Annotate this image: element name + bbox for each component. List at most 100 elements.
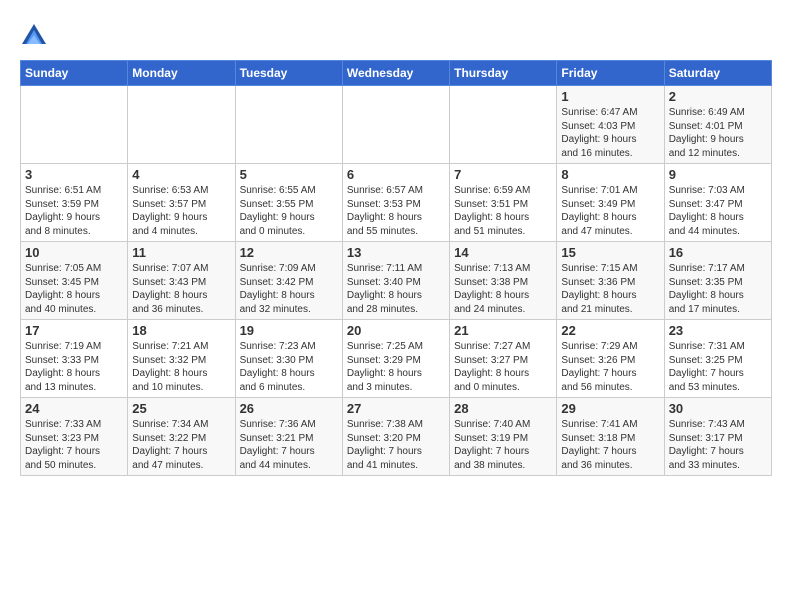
day-info: Sunrise: 7:19 AM Sunset: 3:33 PM Dayligh… xyxy=(25,340,123,394)
day-info: Sunrise: 7:17 AM Sunset: 3:35 PM Dayligh… xyxy=(669,262,767,316)
day-info: Sunrise: 7:29 AM Sunset: 3:26 PM Dayligh… xyxy=(561,340,659,394)
day-number: 4 xyxy=(132,167,230,182)
day-info: Sunrise: 7:03 AM Sunset: 3:47 PM Dayligh… xyxy=(669,184,767,238)
day-info: Sunrise: 7:38 AM Sunset: 3:20 PM Dayligh… xyxy=(347,418,445,472)
calendar-cell: 25 Sunrise: 7:34 AM Sunset: 3:22 PM Dayli… xyxy=(128,398,235,476)
day-info: Sunrise: 7:15 AM Sunset: 3:36 PM Dayligh… xyxy=(561,262,659,316)
calendar-cell: 9 Sunrise: 7:03 AM Sunset: 3:47 PM Daylig… xyxy=(664,164,771,242)
calendar-cell: 17Sunrise: 7:19 AM Sunset: 3:33 PM Dayli… xyxy=(21,320,128,398)
calendar-cell: 16 Sunrise: 7:17 AM Sunset: 3:35 PM Dayli… xyxy=(664,242,771,320)
calendar-cell xyxy=(342,86,449,164)
day-number: 10 xyxy=(25,245,123,260)
header-thursday: Thursday xyxy=(450,61,557,86)
day-info: Sunrise: 6:49 AM Sunset: 4:01 PM Dayligh… xyxy=(669,106,767,160)
calendar-cell: 1 Sunrise: 6:47 AM Sunset: 4:03 PM Daylig… xyxy=(557,86,664,164)
calendar-cell: 12Sunrise: 7:09 AM Sunset: 3:42 PM Dayli… xyxy=(235,242,342,320)
day-number: 9 xyxy=(669,167,767,182)
calendar-table: SundayMondayTuesdayWednesdayThursdayFrid… xyxy=(20,60,772,476)
header-wednesday: Wednesday xyxy=(342,61,449,86)
page-header xyxy=(20,18,772,50)
calendar-cell: 30 Sunrise: 7:43 AM Sunset: 3:17 PM Dayli… xyxy=(664,398,771,476)
day-number: 16 xyxy=(669,245,767,260)
day-number: 25 xyxy=(132,401,230,416)
day-number: 15 xyxy=(561,245,659,260)
calendar-cell: 26Sunrise: 7:36 AM Sunset: 3:21 PM Dayli… xyxy=(235,398,342,476)
day-info: Sunrise: 6:51 AM Sunset: 3:59 PM Dayligh… xyxy=(25,184,123,238)
day-number: 22 xyxy=(561,323,659,338)
day-number: 19 xyxy=(240,323,338,338)
calendar-cell: 23 Sunrise: 7:31 AM Sunset: 3:25 PM Dayli… xyxy=(664,320,771,398)
day-number: 8 xyxy=(561,167,659,182)
day-info: Sunrise: 7:01 AM Sunset: 3:49 PM Dayligh… xyxy=(561,184,659,238)
day-info: Sunrise: 7:27 AM Sunset: 3:27 PM Dayligh… xyxy=(454,340,552,394)
day-info: Sunrise: 7:25 AM Sunset: 3:29 PM Dayligh… xyxy=(347,340,445,394)
day-info: Sunrise: 7:40 AM Sunset: 3:19 PM Dayligh… xyxy=(454,418,552,472)
calendar-cell xyxy=(128,86,235,164)
calendar-week-row: 17Sunrise: 7:19 AM Sunset: 3:33 PM Dayli… xyxy=(21,320,772,398)
calendar-cell xyxy=(21,86,128,164)
calendar-cell: 8 Sunrise: 7:01 AM Sunset: 3:49 PM Daylig… xyxy=(557,164,664,242)
page-container: SundayMondayTuesdayWednesdayThursdayFrid… xyxy=(0,0,792,486)
day-number: 7 xyxy=(454,167,552,182)
day-number: 14 xyxy=(454,245,552,260)
day-number: 24 xyxy=(25,401,123,416)
calendar-cell: 5 Sunrise: 6:55 AM Sunset: 3:55 PM Daylig… xyxy=(235,164,342,242)
calendar-week-row: 24 Sunrise: 7:33 AM Sunset: 3:23 PM Dayli… xyxy=(21,398,772,476)
day-number: 18 xyxy=(132,323,230,338)
calendar-cell: 22 Sunrise: 7:29 AM Sunset: 3:26 PM Dayli… xyxy=(557,320,664,398)
header-tuesday: Tuesday xyxy=(235,61,342,86)
day-info: Sunrise: 7:34 AM Sunset: 3:22 PM Dayligh… xyxy=(132,418,230,472)
calendar-cell: 28 Sunrise: 7:40 AM Sunset: 3:19 PM Dayli… xyxy=(450,398,557,476)
calendar-cell xyxy=(450,86,557,164)
calendar-week-row: 3 Sunrise: 6:51 AM Sunset: 3:59 PM Daylig… xyxy=(21,164,772,242)
day-number: 23 xyxy=(669,323,767,338)
logo xyxy=(20,22,52,50)
header-monday: Monday xyxy=(128,61,235,86)
day-number: 2 xyxy=(669,89,767,104)
day-number: 3 xyxy=(25,167,123,182)
day-info: Sunrise: 7:43 AM Sunset: 3:17 PM Dayligh… xyxy=(669,418,767,472)
day-number: 30 xyxy=(669,401,767,416)
day-info: Sunrise: 6:55 AM Sunset: 3:55 PM Dayligh… xyxy=(240,184,338,238)
day-number: 12 xyxy=(240,245,338,260)
day-number: 20 xyxy=(347,323,445,338)
day-info: Sunrise: 7:07 AM Sunset: 3:43 PM Dayligh… xyxy=(132,262,230,316)
day-number: 28 xyxy=(454,401,552,416)
calendar-cell: 13Sunrise: 7:11 AM Sunset: 3:40 PM Dayli… xyxy=(342,242,449,320)
day-info: Sunrise: 7:21 AM Sunset: 3:32 PM Dayligh… xyxy=(132,340,230,394)
day-number: 13 xyxy=(347,245,445,260)
calendar-cell: 10Sunrise: 7:05 AM Sunset: 3:45 PM Dayli… xyxy=(21,242,128,320)
calendar-cell: 20 Sunrise: 7:25 AM Sunset: 3:29 PM Dayli… xyxy=(342,320,449,398)
day-number: 5 xyxy=(240,167,338,182)
logo-icon xyxy=(20,22,48,50)
calendar-cell: 21 Sunrise: 7:27 AM Sunset: 3:27 PM Dayli… xyxy=(450,320,557,398)
day-info: Sunrise: 7:31 AM Sunset: 3:25 PM Dayligh… xyxy=(669,340,767,394)
calendar-cell: 27 Sunrise: 7:38 AM Sunset: 3:20 PM Dayli… xyxy=(342,398,449,476)
calendar-cell: 29Sunrise: 7:41 AM Sunset: 3:18 PM Dayli… xyxy=(557,398,664,476)
calendar-week-row: 1 Sunrise: 6:47 AM Sunset: 4:03 PM Daylig… xyxy=(21,86,772,164)
day-info: Sunrise: 7:23 AM Sunset: 3:30 PM Dayligh… xyxy=(240,340,338,394)
calendar-cell: 7 Sunrise: 6:59 AM Sunset: 3:51 PM Daylig… xyxy=(450,164,557,242)
header-friday: Friday xyxy=(557,61,664,86)
day-info: Sunrise: 6:59 AM Sunset: 3:51 PM Dayligh… xyxy=(454,184,552,238)
header-sunday: Sunday xyxy=(21,61,128,86)
calendar-cell: 3 Sunrise: 6:51 AM Sunset: 3:59 PM Daylig… xyxy=(21,164,128,242)
day-info: Sunrise: 6:47 AM Sunset: 4:03 PM Dayligh… xyxy=(561,106,659,160)
day-number: 6 xyxy=(347,167,445,182)
day-number: 27 xyxy=(347,401,445,416)
calendar-cell: 6Sunrise: 6:57 AM Sunset: 3:53 PM Daylig… xyxy=(342,164,449,242)
calendar-cell: 19 Sunrise: 7:23 AM Sunset: 3:30 PM Dayli… xyxy=(235,320,342,398)
day-info: Sunrise: 7:33 AM Sunset: 3:23 PM Dayligh… xyxy=(25,418,123,472)
calendar-cell: 11 Sunrise: 7:07 AM Sunset: 3:43 PM Dayli… xyxy=(128,242,235,320)
day-number: 11 xyxy=(132,245,230,260)
calendar-cell: 2 Sunrise: 6:49 AM Sunset: 4:01 PM Daylig… xyxy=(664,86,771,164)
header-saturday: Saturday xyxy=(664,61,771,86)
calendar-week-row: 10Sunrise: 7:05 AM Sunset: 3:45 PM Dayli… xyxy=(21,242,772,320)
day-number: 21 xyxy=(454,323,552,338)
calendar-cell: 15 Sunrise: 7:15 AM Sunset: 3:36 PM Dayli… xyxy=(557,242,664,320)
day-info: Sunrise: 7:13 AM Sunset: 3:38 PM Dayligh… xyxy=(454,262,552,316)
day-number: 1 xyxy=(561,89,659,104)
calendar-cell xyxy=(235,86,342,164)
day-info: Sunrise: 7:41 AM Sunset: 3:18 PM Dayligh… xyxy=(561,418,659,472)
calendar-cell: 18 Sunrise: 7:21 AM Sunset: 3:32 PM Dayli… xyxy=(128,320,235,398)
